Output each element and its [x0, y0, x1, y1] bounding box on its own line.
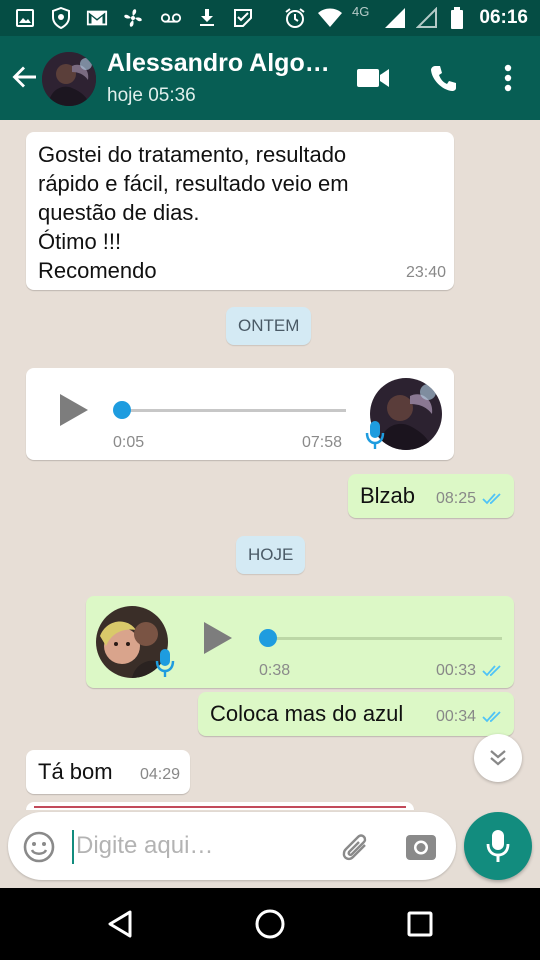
- message-incoming[interactable]: Gostei do tratamento, resultado rápido e…: [26, 132, 454, 290]
- message-line: Gostei do tratamento, resultado: [38, 142, 347, 167]
- shield-icon: [50, 7, 72, 29]
- system-nav-bar: [0, 888, 540, 960]
- message-outgoing[interactable]: Coloca mas do azul 00:34: [198, 692, 514, 736]
- back-triangle-icon[interactable]: [102, 906, 138, 942]
- emoji-icon[interactable]: [22, 830, 56, 864]
- chevron-double-down-icon: [490, 750, 506, 766]
- voicemail-icon: [160, 7, 182, 29]
- voice-record-button[interactable]: [464, 812, 532, 880]
- camera-icon[interactable]: [404, 830, 438, 864]
- wifi-icon: [316, 7, 344, 29]
- voice-position: 0:05: [113, 434, 145, 451]
- clock: 06:16: [479, 7, 528, 28]
- message-incoming-partial[interactable]: [26, 802, 414, 810]
- message-input[interactable]: [76, 824, 316, 868]
- scroll-to-bottom-button[interactable]: [474, 734, 522, 782]
- recents-square-icon[interactable]: [402, 906, 438, 942]
- image-icon: [14, 7, 36, 29]
- message-time: 23:40: [405, 264, 446, 281]
- voice-progress-handle[interactable]: [259, 629, 277, 647]
- media-preview-edge: [34, 806, 406, 808]
- back-arrow-icon[interactable]: [8, 60, 42, 94]
- message-outgoing[interactable]: Blzab 08:25: [348, 474, 514, 518]
- last-seen: hoje 05:36: [107, 85, 196, 106]
- voice-duration: 07:58: [302, 434, 343, 451]
- more-vert-icon[interactable]: [488, 58, 528, 98]
- gmail-icon: [86, 7, 108, 29]
- play-icon[interactable]: [198, 618, 238, 658]
- voice-message-outgoing[interactable]: 0:38 00:33: [86, 596, 514, 688]
- message-text: Coloca mas do azul: [210, 701, 404, 726]
- chat-header: Alessandro Algo… hoje 05:36: [0, 36, 540, 120]
- network-type: 4G: [352, 4, 370, 19]
- voice-progress-track[interactable]: [118, 409, 346, 412]
- text-caret: [72, 830, 74, 864]
- contact-name[interactable]: Alessandro Algo…: [107, 49, 330, 78]
- alarm-icon: [284, 7, 306, 29]
- voice-message-incoming[interactable]: 0:05 07:58: [26, 368, 454, 460]
- message-line: Ótimo !!!: [38, 229, 122, 254]
- signal-empty-icon: [416, 7, 438, 29]
- conversation[interactable]: Gostei do tratamento, resultado rápido e…: [0, 120, 540, 810]
- message-line: rápido e fácil, resultado veio em: [38, 171, 349, 196]
- date-divider: HOJE: [236, 536, 306, 574]
- voice-progress-handle[interactable]: [113, 401, 131, 419]
- contact-avatar[interactable]: [42, 52, 96, 106]
- message-time: 00:34: [435, 708, 476, 725]
- read-ticks-icon: [482, 665, 501, 677]
- message-incoming[interactable]: Tá bom 04:29: [26, 750, 190, 794]
- home-circle-icon[interactable]: [252, 906, 288, 942]
- read-ticks-icon: [482, 493, 501, 505]
- status-bar: 4G 06:16: [0, 0, 540, 36]
- read-ticks-icon: [482, 711, 501, 723]
- message-composer: [8, 812, 456, 880]
- mic-badge-icon: [155, 649, 175, 677]
- signal-icon: [384, 7, 406, 29]
- phone-icon[interactable]: [424, 58, 464, 98]
- message-text: Blzab: [360, 483, 416, 508]
- message-text: Tá bom: [38, 759, 113, 784]
- message-time: 04:29: [139, 766, 180, 783]
- voice-progress-track[interactable]: [264, 637, 502, 640]
- download-icon: [196, 7, 218, 29]
- play-icon[interactable]: [54, 390, 94, 430]
- message-line: Recomendo: [38, 258, 157, 283]
- date-divider: ONTEM: [226, 307, 312, 345]
- voice-position: 0:38: [259, 662, 291, 679]
- message-time: 08:25: [435, 490, 476, 507]
- message-line: questão de dias.: [38, 200, 200, 225]
- attach-icon[interactable]: [338, 830, 372, 864]
- message-time: 00:33: [435, 662, 476, 679]
- microphone-icon: [486, 830, 510, 862]
- video-call-icon[interactable]: [353, 58, 393, 98]
- fan-icon: [122, 7, 144, 29]
- battery-icon: [446, 7, 468, 29]
- mic-badge-icon: [365, 421, 385, 449]
- check-square-icon: [232, 7, 254, 29]
